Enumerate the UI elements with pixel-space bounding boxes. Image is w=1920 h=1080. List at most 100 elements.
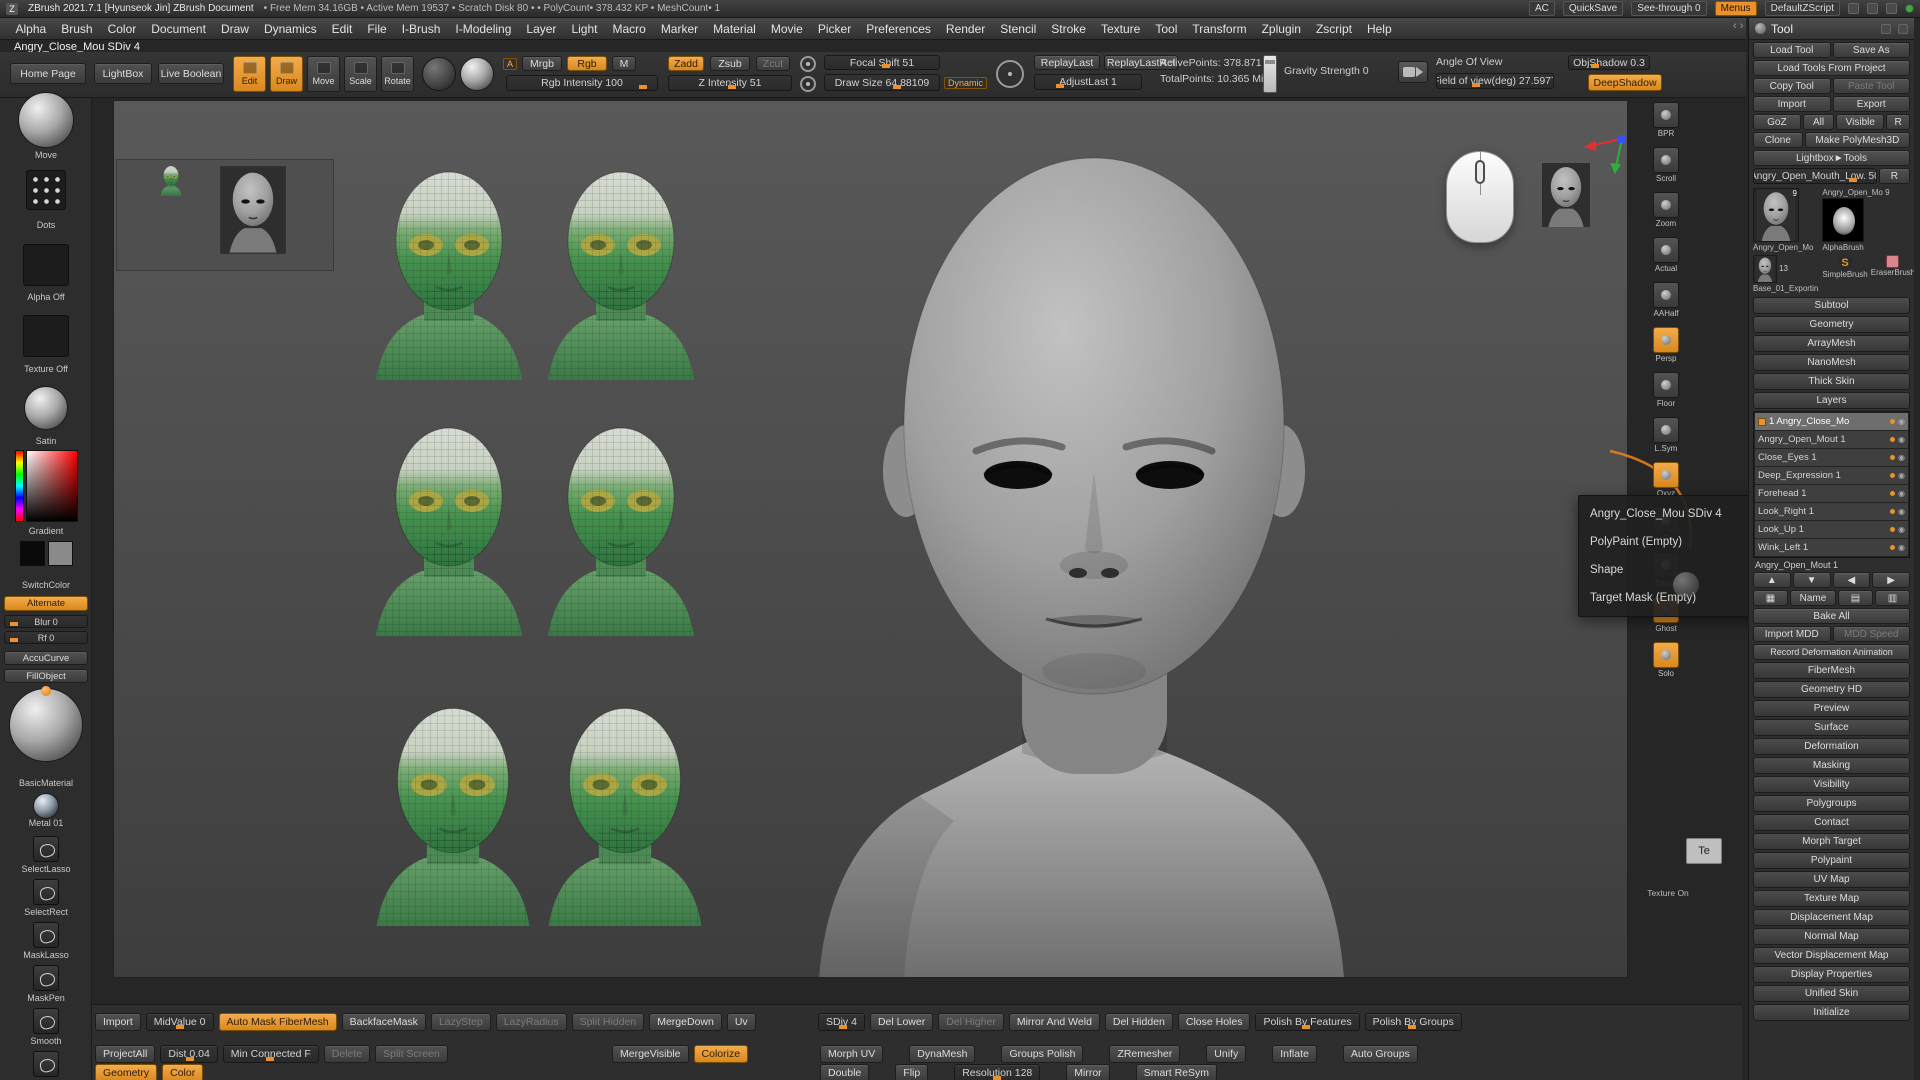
menu-item[interactable]: Document [144, 18, 214, 39]
right-shelf-button[interactable]: Persp [1650, 327, 1682, 363]
layer-row[interactable]: 1 Angry_Close_Mo [1755, 413, 1908, 430]
context-menu-item-polypaint[interactable]: PolyPaint (Empty) [1579, 528, 1759, 556]
bottom-button[interactable]: Import [95, 1013, 141, 1031]
layer-move-up-icon[interactable] [1753, 572, 1791, 588]
section-header[interactable]: Subtool [1753, 297, 1910, 314]
context-menu-item-target-mask[interactable]: Target Mask (Empty) [1579, 584, 1759, 612]
context-menu-item-shape[interactable]: Shape [1579, 556, 1759, 584]
fill-object-button[interactable]: FillObject [4, 669, 88, 683]
bottom-button[interactable]: Inflate [1272, 1045, 1317, 1063]
zadd-button[interactable]: Zadd [668, 56, 704, 71]
alpha-brush-thumbnail[interactable] [1822, 198, 1864, 242]
section-header[interactable]: Vector Displacement Map [1753, 947, 1910, 964]
blur-slider[interactable]: Blur 0 [4, 615, 88, 628]
brush-slot[interactable]: MaskPen [0, 965, 92, 1003]
import-mdd-button[interactable]: Import MDD [1753, 626, 1831, 642]
switch-color-label[interactable]: SwitchColor [0, 580, 92, 590]
obj-shadow-slider[interactable]: ObjShadow 0.3 [1568, 55, 1650, 70]
move-brush-icon[interactable] [18, 92, 74, 148]
section-header[interactable]: Thick Skin [1753, 373, 1910, 390]
menus-button[interactable]: Menus [1715, 1, 1757, 16]
mode-button[interactable]: Draw [270, 56, 303, 92]
layer-name-button[interactable]: Name [1790, 590, 1836, 606]
zsub-button[interactable]: Zsub [710, 56, 750, 71]
bottom-button[interactable]: Split Hidden [572, 1013, 645, 1031]
menu-item[interactable]: Zplugin [1254, 18, 1308, 39]
eraserbrush-slot[interactable]: EraserBrush [1871, 255, 1914, 279]
alternate-button[interactable]: Alternate [4, 596, 88, 611]
focal-shift-slider[interactable]: Focal Shift 51 [824, 55, 940, 70]
bottom-button[interactable]: ZRemesher [1109, 1045, 1180, 1063]
bottom-button[interactable]: Mirror [1066, 1064, 1109, 1080]
deep-shadow-button[interactable]: DeepShadow [1588, 74, 1662, 91]
layer-intensity-dot[interactable] [1890, 491, 1895, 496]
mode-button[interactable]: Rotate [381, 56, 414, 92]
ui-config-icon[interactable] [1848, 3, 1859, 14]
mrgb-button[interactable]: Mrgb [522, 56, 562, 71]
bottom-button[interactable]: LazyStep [431, 1013, 491, 1031]
right-shelf-button[interactable]: Qxyz [1650, 462, 1682, 498]
color-picker[interactable] [0, 450, 92, 522]
m-button[interactable]: M [612, 56, 636, 71]
menu-item[interactable]: Tool [1148, 18, 1185, 39]
accucurve-button[interactable]: AccuCurve [4, 651, 88, 665]
palette-menu-icon[interactable] [1898, 24, 1908, 34]
right-shelf-button[interactable]: AAHalf [1650, 282, 1682, 318]
layer-row[interactable]: Wink_Left 1 [1755, 539, 1908, 556]
menu-item[interactable]: Preferences [859, 18, 939, 39]
palette-pin-icon[interactable] [1881, 24, 1891, 34]
menu-item[interactable]: File [360, 18, 394, 39]
bottom-button[interactable]: Resolution 128 [954, 1064, 1040, 1080]
layer-new-icon[interactable] [1753, 590, 1788, 606]
section-header[interactable]: Initialize [1753, 1004, 1910, 1021]
bottom-button[interactable]: Polish By Features [1255, 1013, 1359, 1031]
layer-visibility-icon[interactable] [1898, 417, 1905, 426]
stroke-dots-icon[interactable] [26, 170, 66, 210]
section-header[interactable]: FiberMesh [1753, 662, 1910, 679]
layer-intensity-dot[interactable] [1890, 527, 1895, 532]
material-satin-icon[interactable] [24, 386, 68, 430]
draw-size-slider[interactable]: Draw Size 64.88109 [824, 74, 940, 91]
camera-icon[interactable] [1398, 61, 1428, 83]
save-as-button[interactable]: Save As [1833, 42, 1911, 58]
layer-intensity-dot[interactable] [1890, 473, 1895, 478]
make-polymesh3d-button[interactable]: Make PolyMesh3D [1805, 132, 1910, 148]
layer-row[interactable]: Look_Right 1 [1755, 503, 1908, 520]
expression-thumbnails[interactable] [159, 165, 208, 270]
default-zscript-button[interactable]: DefaultZScript [1765, 1, 1840, 16]
layer-duplicate-icon[interactable] [1838, 590, 1873, 606]
bottom-button[interactable]: Colorize [694, 1045, 749, 1063]
see-through-slider[interactable]: See-through 0 [1631, 1, 1706, 16]
bottom-button[interactable]: Double [820, 1064, 869, 1080]
import-tool-button[interactable]: Import [1753, 96, 1831, 112]
alpha-off-icon[interactable] [23, 244, 69, 286]
section-header[interactable]: Polypaint [1753, 852, 1910, 869]
menu-item[interactable]: Brush [54, 18, 100, 39]
smart-stroke-icon[interactable] [800, 76, 816, 92]
section-header[interactable]: Visibility [1753, 776, 1910, 793]
menu-item[interactable]: Light [564, 18, 605, 39]
layer-intensity-dot[interactable] [1890, 437, 1895, 442]
brush-slot[interactable]: SelectLasso [0, 836, 92, 874]
section-header[interactable]: Deformation [1753, 738, 1910, 755]
mdd-speed-slider[interactable]: MDD Speed [1833, 626, 1911, 642]
section-header[interactable]: Display Properties [1753, 966, 1910, 983]
bottom-button[interactable]: Close Holes [1178, 1013, 1251, 1031]
current-brush-icon[interactable] [422, 57, 456, 91]
goz-visible-button[interactable]: Visible [1836, 114, 1884, 130]
basic-material-icon[interactable] [9, 688, 83, 762]
right-shelf-button[interactable]: Scroll [1650, 147, 1682, 183]
layer-row[interactable]: Deep_Expression 1 [1755, 467, 1908, 484]
palette-tab[interactable]: Geometry [95, 1064, 157, 1080]
menu-item[interactable]: Edit [324, 18, 360, 39]
base-tool-thumbnail[interactable]: 13 [1753, 255, 1777, 283]
menu-item[interactable]: Stroke [1044, 18, 1094, 39]
layer-intensity-dot[interactable] [1890, 509, 1895, 514]
menu-item[interactable]: Alpha [8, 18, 54, 39]
bottom-button[interactable]: Auto Mask FiberMesh [219, 1013, 337, 1031]
bottom-button[interactable]: Delete [324, 1045, 370, 1063]
base-head-thumbnail[interactable] [220, 166, 286, 254]
lightbox-tools-button[interactable]: Lightbox►Tools [1753, 150, 1910, 166]
menu-item[interactable]: Texture [1093, 18, 1147, 39]
menu-item[interactable]: Movie [763, 18, 810, 39]
